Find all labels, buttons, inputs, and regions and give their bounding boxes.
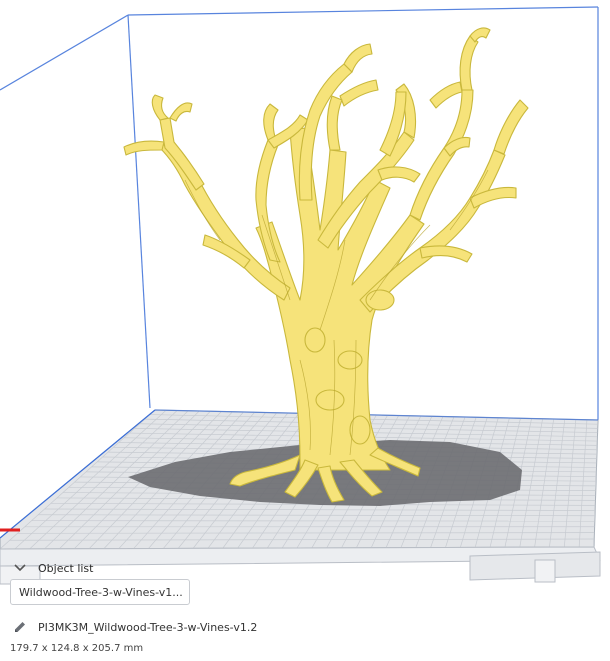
chevron-down-icon[interactable] <box>10 560 30 576</box>
job-file-name: PI3MK3M_Wildwood-Tree-3-w-Vines-v1.2 <box>38 620 258 634</box>
pencil-icon[interactable] <box>12 619 28 635</box>
object-list-header[interactable]: Object list <box>0 556 610 580</box>
job-name-row: PI3MK3M_Wildwood-Tree-3-w-Vines-v1.2 <box>0 617 610 637</box>
object-list-selected-item[interactable]: Wildwood-Tree-3-w-Vines-v1... <box>10 579 190 605</box>
model-dimensions: 179.7 x 124.8 x 205.7 mm <box>10 643 144 654</box>
object-list-label[interactable]: Object list <box>38 562 93 575</box>
